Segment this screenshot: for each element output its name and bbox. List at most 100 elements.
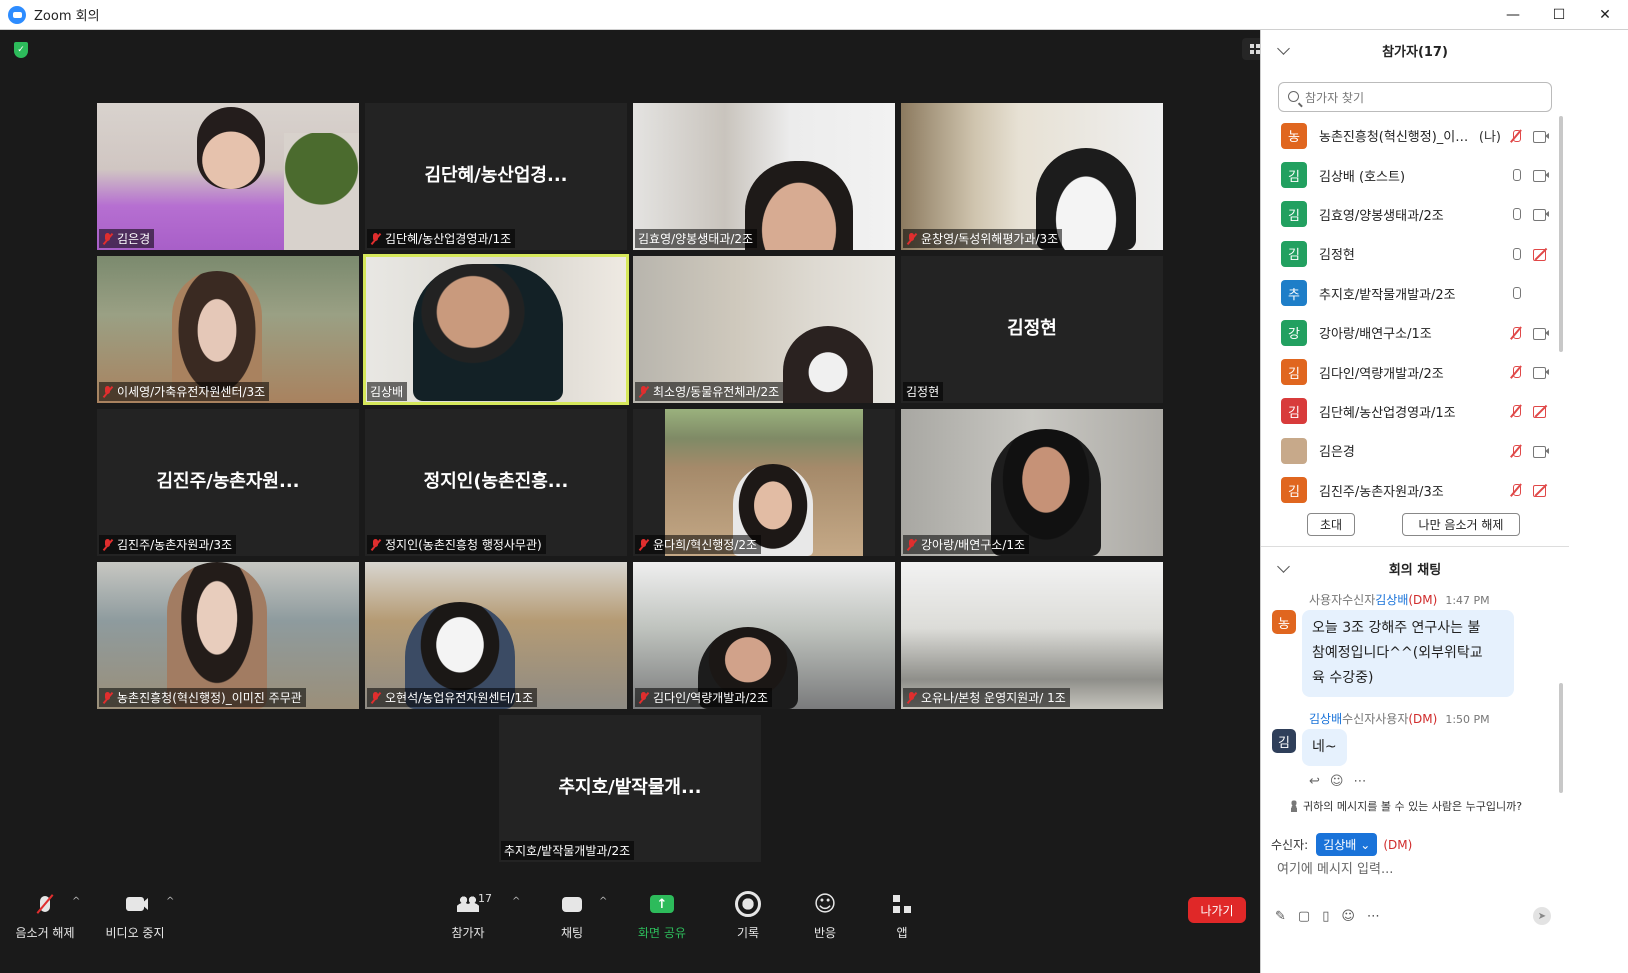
video-icon[interactable] xyxy=(1533,366,1549,380)
participant-row[interactable]: 강 강아랑/배연구소/1조 xyxy=(1261,313,1561,352)
video-tile[interactable]: 윤다희/혁신행정/2조 xyxy=(633,409,895,556)
avatar: 농 xyxy=(1272,610,1296,634)
video-tile[interactable]: 강아랑/배연구소/1조 xyxy=(901,409,1163,556)
mic-muted-icon[interactable] xyxy=(1509,404,1523,418)
apps-button[interactable]: 앱 xyxy=(888,890,916,960)
participants-button[interactable]: 17 참가자 xyxy=(448,890,492,960)
participant-row[interactable]: 추 추지호/밭작물개발과/2조 xyxy=(1261,274,1561,313)
unmute-button[interactable]: 음소거 해제 xyxy=(14,890,76,960)
file-attach-icon[interactable]: ▯ xyxy=(1322,909,1329,924)
video-tile[interactable]: 김진주/농촌자원... 김진주/농촌자원과/3조 xyxy=(97,409,359,556)
tile-caption: 추지호/밭작물개발과/2조 xyxy=(501,841,635,860)
message-recipient[interactable]: 김상배 xyxy=(1375,593,1408,607)
chat-button[interactable]: 채팅 xyxy=(556,890,588,960)
mic-icon[interactable] xyxy=(1509,247,1523,261)
mic-muted-icon[interactable] xyxy=(1509,483,1523,497)
video-icon[interactable] xyxy=(1533,327,1549,340)
tile-name: 김효영/양봉생태과/2조 xyxy=(638,232,754,246)
video-tile[interactable]: 정지인(농촌진흥... 정지인(농촌진흥청 행정사무관) xyxy=(365,409,627,556)
dm-tag: (DM) xyxy=(1408,593,1438,607)
participant-row[interactable]: 김 김상배 (호스트) xyxy=(1261,155,1561,194)
participant-row[interactable]: 김 김단혜/농산업경영과/1조 xyxy=(1261,392,1561,431)
emoji-icon[interactable]: ☺ xyxy=(1341,909,1355,924)
tile-name: 강아랑/배연구소/1조 xyxy=(921,538,1026,552)
video-tile[interactable]: 이세영/가축유전자원센터/3조 xyxy=(97,256,359,403)
record-button[interactable]: 기록 xyxy=(734,890,762,960)
unmute-me-button[interactable]: 나만 음소거 해제 xyxy=(1402,513,1520,536)
emoji-react-icon[interactable]: ☺ xyxy=(1330,774,1344,789)
encryption-shield-icon[interactable]: ✓ xyxy=(14,42,28,58)
mic-muted-icon[interactable] xyxy=(1509,326,1523,340)
reactions-button[interactable]: 반응 xyxy=(810,890,840,960)
video-tile[interactable]: 윤창영/독성위해평가과/3조 xyxy=(901,103,1163,250)
mic-icon[interactable] xyxy=(1509,286,1523,300)
format-text-icon[interactable]: ✎ xyxy=(1275,909,1286,924)
video-tile[interactable]: 농촌진흥청(혁신행정)_이미진 주무관 xyxy=(97,562,359,709)
who-can-see-link[interactable]: 귀하의 메시지를 볼 수 있는 사람은 누구입니까? xyxy=(1289,798,1522,814)
mic-icon[interactable] xyxy=(1509,207,1523,221)
participants-options-caret-icon[interactable]: ^ xyxy=(512,896,520,907)
participant-row[interactable]: 김 김정현 xyxy=(1261,234,1561,273)
chat-options-caret-icon[interactable]: ^ xyxy=(599,896,607,907)
collapse-chevron-icon[interactable] xyxy=(1277,42,1290,55)
maximize-button[interactable]: ☐ xyxy=(1536,0,1582,30)
video-off-icon[interactable] xyxy=(1533,484,1549,498)
message-bubble[interactable]: 오늘 3조 강해주 연구사는 불 참예정입니다^^(외부위탁교 육 수강중) xyxy=(1302,610,1514,697)
collapse-chevron-icon[interactable] xyxy=(1277,560,1290,573)
participant-name: 김상배 (호스트) xyxy=(1319,169,1406,185)
video-tile[interactable]: 오현석/농업유전자원센터/1조 xyxy=(365,562,627,709)
video-icon[interactable] xyxy=(1533,130,1549,143)
audio-options-caret-icon[interactable]: ^ xyxy=(72,896,80,907)
mic-muted-icon xyxy=(638,691,650,704)
participant-row[interactable]: 김 김다인/역량개발과/2조 xyxy=(1261,352,1561,391)
participant-row[interactable]: 김 김효영/양봉생태과/2조 xyxy=(1261,195,1561,234)
message-bubble[interactable]: 네~ xyxy=(1302,729,1347,766)
avatar xyxy=(1281,437,1307,464)
reply-icon[interactable]: ↩ xyxy=(1309,774,1320,789)
video-tile[interactable]: 최소영/동물유전체과/2조 xyxy=(633,256,895,403)
invite-button[interactable]: 초대 xyxy=(1307,513,1355,536)
video-tile[interactable]: 김단혜/농산업경... 김단혜/농산업경영과/1조 xyxy=(365,103,627,250)
message-sender[interactable]: 김상배 xyxy=(1309,712,1342,726)
more-options-icon[interactable]: ⋯ xyxy=(1367,909,1380,924)
leave-button[interactable]: 나가기 xyxy=(1188,897,1246,923)
video-icon[interactable] xyxy=(1533,208,1549,222)
share-screen-button[interactable]: 화면 공유 xyxy=(636,890,688,960)
send-icon[interactable]: ➤ xyxy=(1533,907,1551,925)
participant-list-scrollbar[interactable] xyxy=(1559,116,1563,352)
recipient-dropdown[interactable]: 김상배 ⌄ xyxy=(1316,833,1378,856)
video-gallery: ✓ 보기 김은경 김단혜/농산업경... 김단혜/농산업경영과/1조 김효영/양… xyxy=(0,30,1307,910)
tile-caption: 김진주/농촌자원과/3조 xyxy=(99,535,237,554)
mic-icon[interactable] xyxy=(1509,168,1523,182)
participant-search-input[interactable]: 참가자 찾기 xyxy=(1278,82,1552,112)
tile-caption: 김상배 xyxy=(367,382,408,401)
video-icon[interactable] xyxy=(1533,169,1549,183)
video-tile[interactable]: 김효영/양봉생태과/2조 xyxy=(633,103,895,250)
participant-row[interactable]: 농 농촌진흥청(혁신행정)_이미... (나) xyxy=(1261,116,1561,155)
mic-muted-icon[interactable] xyxy=(1509,444,1523,458)
video-icon[interactable] xyxy=(1533,445,1549,458)
video-tile[interactable]: 김은경 xyxy=(97,103,359,250)
tile-name: 오유나/본청 운영지원과/ 1조 xyxy=(921,691,1066,705)
video-tile[interactable]: 김정현 김정현 xyxy=(901,256,1163,403)
screenshot-icon[interactable]: ▢ xyxy=(1298,909,1310,924)
stop-video-button[interactable]: 비디오 중지 xyxy=(104,890,166,960)
video-tile[interactable]: 오유나/본청 운영지원과/ 1조 xyxy=(901,562,1163,709)
chat-message-input[interactable] xyxy=(1277,859,1557,879)
participant-row[interactable]: 김은경 xyxy=(1261,431,1561,470)
video-tile-active-speaker[interactable]: 김상배 xyxy=(363,254,629,405)
close-button[interactable]: ✕ xyxy=(1582,0,1628,30)
participant-row[interactable]: 김 김진주/농촌자원과/3조 xyxy=(1261,471,1561,510)
mic-muted-icon[interactable] xyxy=(1509,129,1523,143)
video-options-caret-icon[interactable]: ^ xyxy=(166,896,174,907)
video-tile[interactable]: 김다인/역량개발과/2조 xyxy=(633,562,895,709)
more-options-icon[interactable]: ⋯ xyxy=(1353,774,1366,789)
video-off-icon[interactable] xyxy=(1533,248,1549,261)
mic-muted-icon[interactable] xyxy=(1509,365,1523,379)
tile-caption: 김정현 xyxy=(903,382,944,401)
video-off-icon[interactable] xyxy=(1533,405,1549,419)
participant-name: 김효영/양봉생태과/2조 xyxy=(1319,208,1444,224)
video-tile[interactable]: 추지호/밭작물개... 추지호/밭작물개발과/2조 xyxy=(499,715,761,862)
chat-scrollbar[interactable] xyxy=(1559,683,1563,793)
minimize-button[interactable]: — xyxy=(1490,0,1536,30)
